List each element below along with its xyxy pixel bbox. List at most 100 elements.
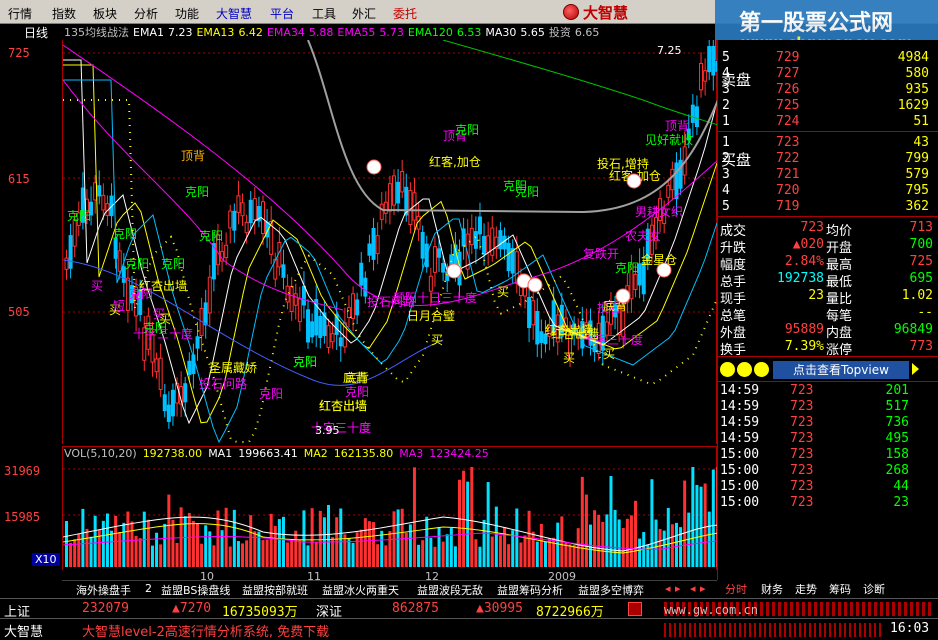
candle-body — [310, 321, 315, 338]
level-number: 4 — [722, 66, 730, 81]
candle-body — [400, 171, 405, 193]
marquee-text[interactable]: 大智慧level-2高速行情分析系统, 免费下载 — [82, 621, 329, 640]
candle-body — [477, 216, 482, 235]
tab-2[interactable]: 2 — [145, 582, 152, 595]
ma-legend-value: 6.65 — [574, 26, 600, 39]
website-text[interactable]: www.gw.com.cn — [664, 603, 758, 617]
menu-item-tools[interactable]: 工具 — [312, 5, 336, 22]
menu-item-platform[interactable]: 平台 — [270, 5, 294, 22]
volume-bar — [93, 515, 97, 567]
level-price: 723 — [776, 135, 800, 150]
level-price: 721 — [776, 167, 800, 182]
candle-body — [166, 404, 171, 422]
alert-icon[interactable] — [628, 602, 642, 616]
level-volume: 43 — [913, 135, 929, 150]
tab-trend[interactable]: 走势 — [795, 581, 817, 597]
candle-body — [228, 210, 233, 229]
tab-chip[interactable]: 益盟筹码分析 — [497, 582, 563, 598]
tab-bull-bear[interactable]: 益盟多空博弈 — [578, 582, 644, 598]
topview-button[interactable]: 点击查看Topview — [773, 361, 909, 379]
volume-bar — [171, 519, 175, 567]
sell-level-row[interactable]: 2 725 1629 — [718, 98, 938, 114]
tab-step[interactable]: 益盟按部就班 — [242, 582, 308, 598]
volume-bar — [261, 540, 265, 567]
sell-level-row[interactable]: 5 729 4984 — [718, 50, 938, 66]
level-price: 725 — [776, 98, 800, 113]
brand-name: 大智慧 — [583, 4, 629, 22]
volume-bar — [367, 521, 371, 567]
tick-vol: 517 — [885, 399, 909, 414]
signal-annotation: 红杏出墙 — [319, 398, 367, 413]
volume-bar — [679, 527, 683, 567]
tab-ice-fire[interactable]: 益盟冰火两重天 — [322, 582, 399, 598]
signal-annotation: 顶背 — [665, 119, 689, 133]
buy-level-row[interactable]: 3 721 579 — [718, 167, 938, 183]
tab-scroll-left2-icon[interactable]: ◂ — [690, 582, 696, 595]
candle-body — [432, 246, 437, 273]
tab-scroll-left-icon[interactable]: ◂ — [665, 582, 671, 595]
menu-item-order[interactable]: 委托 — [393, 5, 417, 22]
level-number: 1 — [722, 135, 730, 150]
volume-bar — [711, 469, 715, 567]
candle-body — [195, 336, 200, 349]
volume-bar — [658, 528, 662, 567]
buy-level-row[interactable]: 2 722 799 — [718, 151, 938, 167]
buy-level-row[interactable]: 4 720 795 — [718, 183, 938, 199]
volume-bar — [277, 519, 281, 567]
tab-finance[interactable]: 财务 — [761, 581, 783, 597]
candle-body — [678, 159, 683, 189]
volume-bar — [310, 508, 314, 567]
tab-diagnose[interactable]: 诊断 — [863, 581, 885, 597]
ma-legend-item: MA30 — [485, 26, 517, 39]
period-tab[interactable]: 日线 — [0, 24, 62, 40]
sell-level-row[interactable]: 4 727 580 — [718, 66, 938, 82]
volume-bar — [494, 506, 498, 567]
signal-annotation: 克阳 — [455, 123, 479, 137]
volume-bar — [187, 512, 191, 567]
level-price: 722 — [776, 151, 800, 166]
buy-level-row[interactable]: 1 723 43 — [718, 135, 938, 151]
volume-bar — [519, 542, 523, 567]
signal-annotation: 买 — [159, 312, 171, 326]
smiley-icon — [615, 288, 631, 304]
sell-level-row[interactable]: 1 724 51 — [718, 114, 938, 130]
clock: 16:03 — [890, 621, 930, 636]
volume-bar — [286, 542, 290, 567]
sell-level-row[interactable]: 3 726 935 — [718, 82, 938, 98]
buy-level-row[interactable]: 5 719 362 — [718, 199, 938, 215]
volume-bar — [482, 519, 486, 567]
menu-item-dzh[interactable]: 大智慧 — [216, 5, 252, 22]
tab-overseas[interactable]: 海外操盘手 — [76, 582, 131, 598]
signal-annotation: 克阳 — [125, 257, 149, 271]
tab-intraday[interactable]: 分时 — [725, 581, 747, 597]
play-icon[interactable] — [912, 363, 919, 375]
tick-time: 14:59 — [720, 399, 760, 414]
tab-chips[interactable]: 筹码 — [829, 581, 851, 597]
tick-time: 15:00 — [720, 479, 760, 494]
tab-band[interactable]: 益盟波段无敌 — [417, 582, 483, 598]
menu-item-sector[interactable]: 板块 — [93, 5, 117, 22]
tick-row: 15:00 723 44 — [718, 479, 938, 495]
tick-vol: 736 — [885, 415, 909, 430]
tab-bs-line[interactable]: 益盟BS操盘线 — [161, 582, 230, 598]
signal-annotation: 克阳 — [67, 209, 91, 223]
volume-chart[interactable] — [62, 446, 719, 570]
tab-scroll-right-icon[interactable]: ▸ — [675, 582, 681, 595]
menu-item-quotes[interactable]: 行情 — [8, 5, 32, 22]
volume-bar — [466, 481, 470, 567]
signal-annotation: 克阳 — [615, 261, 639, 275]
tab-scroll-right2-icon[interactable]: ▸ — [700, 582, 706, 595]
quote-value: 700 — [909, 237, 933, 252]
candle-body — [473, 231, 478, 249]
volume-bar — [101, 520, 105, 567]
volume-bar — [650, 479, 654, 567]
vol-legend-item: MA1 — [208, 447, 233, 460]
volume-bar — [478, 546, 482, 567]
menu-item-forex[interactable]: 外汇 — [352, 5, 376, 22]
volume-bar — [105, 513, 109, 567]
menu-item-analysis[interactable]: 分析 — [134, 5, 158, 22]
menu-item-index[interactable]: 指数 — [52, 5, 76, 22]
candlestick-chart[interactable]: 顶背 克阳 克阳 克阳 克阳 克阳 克阳买克阳买买克阳 红杏出墙 十字三十度短克阳 红杏出墙 十字三… — [62, 35, 720, 444]
vol-legend-item: MA3 — [399, 447, 424, 460]
menu-item-function[interactable]: 功能 — [175, 5, 199, 22]
